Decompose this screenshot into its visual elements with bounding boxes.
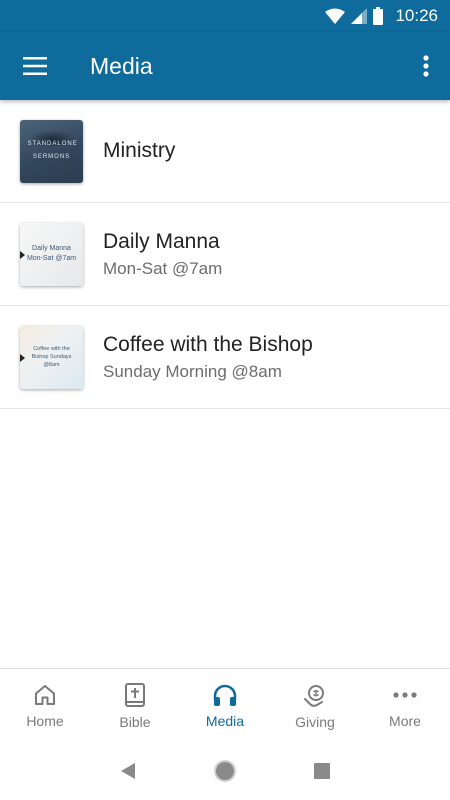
bottom-navigation: Home Bible Media Giving More [0,668,450,742]
giving-icon [304,684,324,707]
bible-icon [125,682,145,707]
overflow-menu-button[interactable] [402,32,450,100]
media-item-daily-manna[interactable]: Daily Manna Mon-Sat @7am Daily Manna Mon… [0,203,450,306]
play-marker-icon [20,353,25,362]
media-item-coffee-with-the-bishop[interactable]: Coffee with the Bishop Sundays @8am Coff… [0,306,450,409]
nav-label-bible: Bible [119,713,151,730]
nav-label-media: Media [205,712,245,729]
play-marker-icon [20,250,25,259]
nav-label-more: More [389,712,421,729]
media-list: STANDALONE SERMONS Ministry Daily Manna … [0,100,450,409]
media-item-title: Ministry [103,139,176,162]
media-thumbnail: STANDALONE SERMONS [20,119,83,183]
status-time: 10:26 [395,6,438,25]
hamburger-menu-button[interactable] [0,32,70,100]
system-navigation-bar [0,742,450,800]
media-thumbnail: Daily Manna Mon-Sat @7am [20,222,83,286]
nav-label-giving: Giving [295,713,335,730]
system-back-button[interactable] [108,751,148,791]
hamburger-icon [23,57,47,75]
nav-item-bible[interactable]: Bible [90,669,180,742]
nav-item-giving[interactable]: Giving [270,669,360,742]
nav-item-media[interactable]: Media [180,669,270,742]
media-thumbnail: Coffee with the Bishop Sundays @8am [20,325,83,389]
nav-label-home: Home [26,712,64,729]
status-bar: 10:26 [0,0,450,32]
nav-item-more[interactable]: More [360,669,450,742]
media-item-title: Daily Manna [103,229,220,253]
thumbnail-text: STANDALONE SERMONS [27,141,78,160]
system-home-button[interactable] [205,751,245,791]
cell-signal-icon [351,8,368,24]
headphones-icon [213,684,237,706]
battery-icon [373,7,384,25]
recents-square-icon [313,763,330,779]
media-item-subtitle: Sunday Morning @8am [103,361,282,381]
page-title: Media [90,52,153,79]
media-item-title: Coffee with the Bishop [103,332,313,356]
thumbnail-text: Daily Manna Mon-Sat @7am [26,245,77,262]
more-vertical-icon [423,55,429,77]
home-circle-icon [213,760,236,782]
media-item-subtitle: Mon-Sat @7am [103,258,223,278]
system-recents-button[interactable] [302,751,342,791]
home-icon [35,684,55,705]
more-horizontal-icon [393,691,417,698]
thumbnail-text: Coffee with the Bishop Sundays @8am [31,346,72,368]
wifi-icon [325,8,346,24]
app-bar: Media [0,32,450,100]
media-item-ministry[interactable]: STANDALONE SERMONS Ministry [0,100,450,203]
nav-item-home[interactable]: Home [0,669,90,742]
back-triangle-icon [121,763,136,779]
